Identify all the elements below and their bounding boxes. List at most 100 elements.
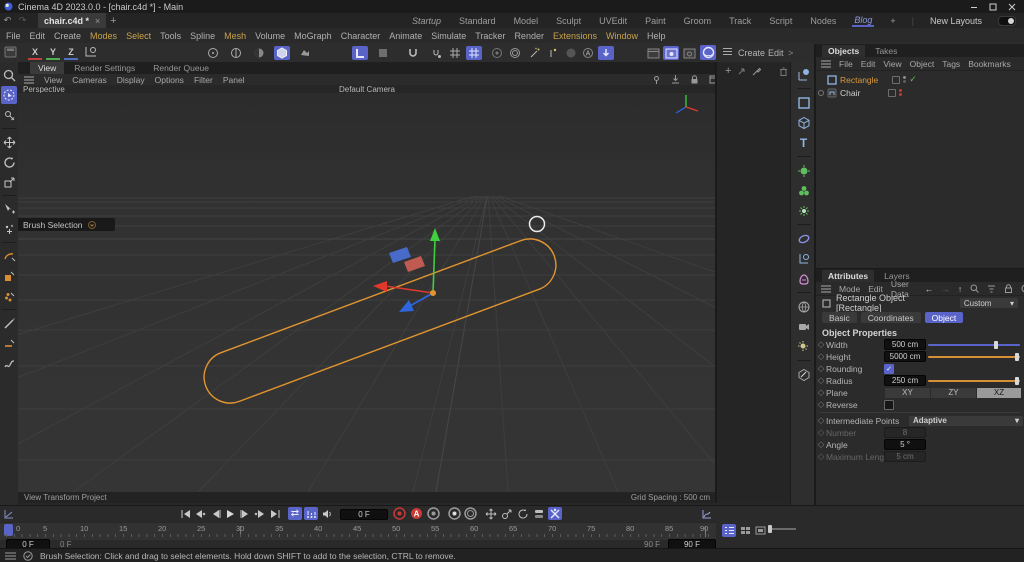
add-icon[interactable]: + xyxy=(725,65,731,77)
keying-selection-button[interactable] xyxy=(447,507,461,520)
material-icon[interactable] xyxy=(795,366,813,383)
tab-objects[interactable]: Objects xyxy=(822,45,866,57)
subdivision-surface-icon[interactable] xyxy=(795,162,813,179)
magic-solo-icon[interactable] xyxy=(527,46,543,60)
text-spline-icon[interactable]: T xyxy=(795,134,813,151)
field-generator-icon[interactable] xyxy=(795,202,813,219)
menu-animate[interactable]: Animate xyxy=(389,31,422,41)
keying-parameter-button[interactable] xyxy=(463,507,477,520)
splitter[interactable] xyxy=(715,62,716,503)
attributes-menu-edit[interactable]: Edit xyxy=(868,284,883,294)
gouraud-shading-icon[interactable] xyxy=(205,46,221,60)
spline-pen-icon[interactable] xyxy=(795,66,813,83)
visibility-dots[interactable] xyxy=(903,76,907,83)
add-layout-button[interactable]: + xyxy=(888,16,897,26)
solo-hierarchy-icon[interactable] xyxy=(598,46,614,60)
spline-line-tool-icon[interactable] xyxy=(1,334,17,352)
magic-solo-single-icon[interactable] xyxy=(545,46,561,60)
viewport-menu-display[interactable]: Display xyxy=(117,75,145,85)
up-arrow-icon[interactable]: ↑ xyxy=(958,284,962,294)
menu-character[interactable]: Character xyxy=(341,31,381,41)
menu-edit[interactable]: Edit xyxy=(30,31,46,41)
viewport-capture-icon[interactable] xyxy=(671,75,680,84)
attr-tab-coordinates[interactable]: Coordinates xyxy=(860,312,921,323)
layout-tab-model[interactable]: Model xyxy=(512,16,541,26)
object-row-rectangle[interactable]: Rectangle ✓ xyxy=(816,73,1024,86)
width-input[interactable]: 500 cm xyxy=(884,339,926,350)
axis-y-button[interactable]: Y xyxy=(46,45,60,60)
layout-tab-track[interactable]: Track xyxy=(727,16,753,26)
play-button[interactable] xyxy=(223,507,237,520)
constant-shading-icon[interactable] xyxy=(274,46,290,60)
timeline-ruler[interactable]: 0 5 10 15 20 25 30 35 40 45 50 55 60 65 … xyxy=(0,522,716,540)
undo-icon[interactable]: ↶ xyxy=(0,15,15,26)
eyedropper-icon[interactable] xyxy=(752,67,762,76)
snap-settings-icon[interactable] xyxy=(428,46,444,60)
visibility-dots[interactable] xyxy=(899,89,903,96)
move-tool-icon[interactable] xyxy=(1,133,17,151)
spline-rect-tool-icon[interactable] xyxy=(1,267,17,285)
record-scale-toggle[interactable] xyxy=(500,507,514,520)
rounding-checkbox[interactable]: ✓ xyxy=(884,363,894,374)
solo-auto-icon[interactable]: A xyxy=(580,46,596,60)
objects-menu-file[interactable]: File xyxy=(839,59,853,69)
dock-menu-edit[interactable]: Edit xyxy=(768,48,784,58)
tab-view[interactable]: View xyxy=(30,62,65,74)
intermediate-points-dropdown[interactable]: Adaptive ▾ xyxy=(908,414,1024,427)
menu-render[interactable]: Render xyxy=(514,31,544,41)
volume-icon[interactable] xyxy=(795,270,813,287)
layout-tab-paint[interactable]: Paint xyxy=(643,16,668,26)
solo-off-icon[interactable] xyxy=(563,46,579,60)
render-settings-button[interactable] xyxy=(681,46,697,60)
axis-x-button[interactable]: X xyxy=(28,45,42,60)
cube-primitive-icon[interactable] xyxy=(795,114,813,131)
menu-extensions[interactable]: Extensions xyxy=(553,31,597,41)
tab-render-queue[interactable]: Render Queue xyxy=(145,62,217,74)
keyframe-snap-toggle[interactable] xyxy=(304,507,318,520)
next-frame-button[interactable] xyxy=(238,507,252,520)
selection-move-tool-icon[interactable] xyxy=(1,200,17,218)
multi-transform-tool-icon[interactable] xyxy=(1,220,17,238)
attributes-hamburger-icon[interactable] xyxy=(821,285,831,293)
layout-tab-uvedit[interactable]: UVEdit xyxy=(597,16,629,26)
record-parameter-toggle[interactable] xyxy=(532,507,546,520)
menu-spline[interactable]: Spline xyxy=(190,31,215,41)
objects-menu-bookmarks[interactable]: Bookmarks xyxy=(968,59,1011,69)
fcurve-mode-icon[interactable] xyxy=(700,507,714,520)
spline-points-tool-icon[interactable] xyxy=(1,287,17,305)
objects-menu-object[interactable]: Object xyxy=(910,59,935,69)
status-hamburger-icon[interactable] xyxy=(5,552,16,560)
active-tool-hud[interactable]: Brush Selection xyxy=(18,218,115,231)
previous-key-button[interactable] xyxy=(193,507,207,520)
forward-arrow-icon[interactable]: → xyxy=(941,284,950,294)
spline-freehand-tool-icon[interactable] xyxy=(1,354,17,372)
plane-zy-button[interactable]: ZY xyxy=(930,386,977,399)
next-key-button[interactable] xyxy=(253,507,267,520)
menu-file[interactable]: File xyxy=(6,31,21,41)
menu-help[interactable]: Help xyxy=(647,31,666,41)
dynamic-grid-icon[interactable] xyxy=(466,46,482,60)
rotate-tool-icon[interactable] xyxy=(1,153,17,171)
fcurve-view-button[interactable] xyxy=(753,524,767,537)
redo-icon[interactable]: ↷ xyxy=(15,15,30,26)
viewport-menu-filter[interactable]: Filter xyxy=(194,75,213,85)
pop-out-icon[interactable] xyxy=(737,67,746,76)
new-layouts-button[interactable]: New Layouts xyxy=(928,16,984,26)
scale-tool-icon[interactable] xyxy=(1,173,17,191)
splitter[interactable] xyxy=(814,44,815,505)
viewport-hamburger-icon[interactable] xyxy=(24,76,34,84)
attributes-filter-icon[interactable] xyxy=(987,285,996,293)
timeline-corner-icon[interactable] xyxy=(3,508,15,520)
axis-modify-mode-icon[interactable] xyxy=(352,46,368,60)
record-rotation-toggle[interactable] xyxy=(516,507,530,520)
attr-tab-basic[interactable]: Basic xyxy=(822,312,857,323)
layer-swatch[interactable] xyxy=(888,88,897,97)
add-document-tab-button[interactable]: + xyxy=(106,15,120,27)
height-input[interactable]: 5000 cm xyxy=(884,351,926,362)
interactive-render-button[interactable] xyxy=(700,45,716,60)
document-tab-close-icon[interactable]: × xyxy=(95,16,100,26)
isolate-view-icon[interactable] xyxy=(489,46,505,60)
autokey-button[interactable]: A xyxy=(409,507,423,520)
dopesheet-view-button[interactable] xyxy=(738,524,752,537)
environment-icon[interactable] xyxy=(795,298,813,315)
